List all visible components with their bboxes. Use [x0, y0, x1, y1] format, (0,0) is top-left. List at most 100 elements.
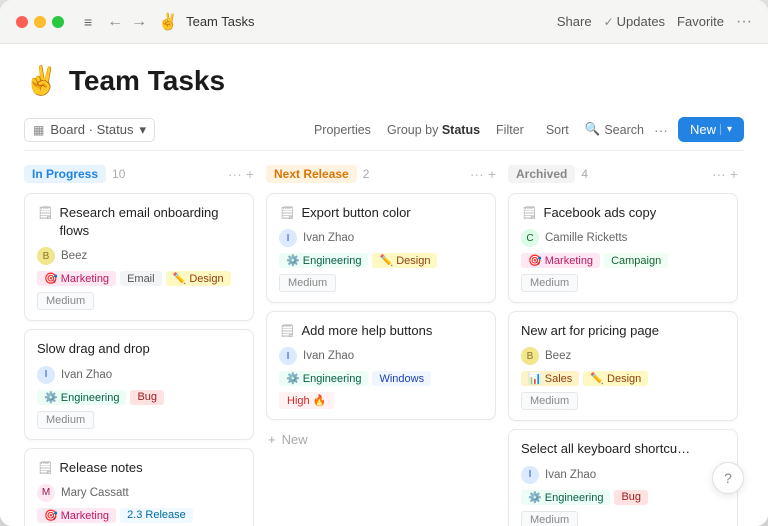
- forward-button[interactable]: →: [128, 11, 150, 33]
- column-in-progress: In Progress 10 ··· + 🗒 Research email onboard…: [24, 163, 254, 526]
- column-badge[interactable]: Next Release: [266, 165, 357, 183]
- tag[interactable]: Bug: [614, 490, 648, 505]
- updates-button[interactable]: ✓ Updates: [604, 14, 665, 29]
- new-button-arrow: ▾: [720, 124, 732, 135]
- avatar: I: [521, 466, 539, 484]
- user-name: Ivan Zhao: [303, 350, 354, 362]
- column-scroll-in-progress: 🗒Research email onboarding flowsBBeez🎯 M…: [24, 193, 254, 526]
- priority-badge: Medium: [521, 274, 578, 292]
- priority-badge: Medium: [37, 411, 94, 429]
- column-archived: Archived4···+🗒Facebook ads copyCCamille …: [508, 163, 738, 526]
- properties-button[interactable]: Properties: [308, 120, 377, 140]
- column-add-button[interactable]: +: [730, 166, 738, 182]
- tag[interactable]: ⚙️ Engineering: [521, 490, 610, 505]
- group-by-label: Group by Status: [387, 123, 480, 137]
- more-options-button[interactable]: ···: [736, 13, 752, 31]
- task-card[interactable]: 🗒Export button colorIIvan Zhao⚙️ Enginee…: [266, 193, 496, 303]
- column-more-button[interactable]: ···: [470, 166, 484, 182]
- card-title: Slow drag and drop: [37, 340, 150, 358]
- plus-icon: +: [268, 432, 276, 447]
- filter-button[interactable]: Filter: [490, 120, 530, 140]
- help-button[interactable]: ?: [712, 462, 744, 494]
- column-actions: ··· +: [470, 166, 496, 182]
- user-name: Beez: [545, 350, 571, 362]
- avatar: I: [279, 229, 297, 247]
- task-card[interactable]: 🗒Research email onboarding flowsBBeez🎯 M…: [24, 193, 254, 321]
- column-count: 2: [363, 167, 370, 181]
- sort-button[interactable]: Sort: [540, 120, 575, 140]
- toolbar-right: Properties Group by Status Filter Sort 🔍…: [308, 117, 744, 142]
- user-name: Ivan Zhao: [61, 369, 112, 381]
- column-add-button[interactable]: +: [488, 166, 496, 182]
- tag[interactable]: ✏️ Design: [166, 271, 231, 286]
- traffic-lights: [16, 16, 64, 28]
- column-add-button[interactable]: +: [246, 166, 254, 182]
- tag[interactable]: 🎯 Marketing: [521, 253, 600, 268]
- column-more-button[interactable]: ···: [228, 166, 242, 182]
- toolbar-more-button[interactable]: ···: [654, 122, 668, 138]
- card-title: Select all keyboard shortcu…: [521, 440, 690, 458]
- card-title: New art for pricing page: [521, 322, 659, 340]
- add-new-button[interactable]: +New: [266, 428, 496, 451]
- column-header-archived: Archived4···+: [508, 163, 738, 185]
- menu-icon[interactable]: ≡: [80, 12, 96, 32]
- tag[interactable]: 📊 Sales: [521, 371, 579, 386]
- share-button[interactable]: Share: [557, 14, 592, 29]
- title-emoji: ✌️: [24, 64, 59, 97]
- column-count: 10: [112, 167, 125, 181]
- task-card[interactable]: New art for pricing pageBBeez📊 Sales✏️ D…: [508, 311, 738, 421]
- avatar: I: [37, 366, 55, 384]
- tag[interactable]: Windows: [372, 371, 431, 386]
- titlebar-actions: Share ✓ Updates Favorite ···: [557, 13, 752, 31]
- task-card[interactable]: Select all keyboard shortcu…IIvan Zhao⚙️…: [508, 429, 738, 526]
- column-badge[interactable]: Archived: [508, 165, 575, 183]
- tag[interactable]: ✏️ Design: [583, 371, 648, 386]
- tag[interactable]: Campaign: [604, 253, 668, 268]
- back-button[interactable]: ←: [104, 11, 126, 33]
- priority-badge: High 🔥: [279, 392, 334, 409]
- column-badge[interactable]: In Progress: [24, 165, 106, 183]
- tag[interactable]: Bug: [130, 390, 164, 405]
- task-card[interactable]: 🗒Facebook ads copyCCamille Ricketts🎯 Mar…: [508, 193, 738, 303]
- minimize-button[interactable]: [34, 16, 46, 28]
- close-button[interactable]: [16, 16, 28, 28]
- user-name: Beez: [61, 250, 87, 262]
- doc-icon: 🗒: [37, 460, 54, 476]
- column-scroll-archived: 🗒Facebook ads copyCCamille Ricketts🎯 Mar…: [508, 193, 738, 526]
- page-title: Team Tasks: [186, 14, 549, 29]
- column-actions: ··· +: [228, 166, 254, 182]
- card-title: Add more help buttons: [302, 322, 433, 340]
- card-title: Research email onboarding flows: [60, 204, 241, 240]
- column-actions: ··· +: [712, 166, 738, 182]
- tag[interactable]: ✏️ Design: [372, 253, 437, 268]
- tag[interactable]: 🎯 Marketing: [37, 508, 116, 523]
- tag[interactable]: ⚙️ Engineering: [279, 371, 368, 386]
- doc-icon: 🗒: [521, 205, 538, 221]
- board-view-selector[interactable]: ▦ Board · Status ▾: [24, 118, 155, 142]
- group-by-value[interactable]: Status: [442, 123, 480, 137]
- priority-badge: Medium: [37, 292, 94, 310]
- search-icon: 🔍: [585, 122, 601, 137]
- tag[interactable]: ⚙️ Engineering: [279, 253, 368, 268]
- tag[interactable]: ⚙️ Engineering: [37, 390, 126, 405]
- tag[interactable]: 🎯 Marketing: [37, 271, 116, 286]
- doc-icon: 🗒: [37, 205, 54, 221]
- new-button[interactable]: New ▾: [678, 117, 744, 142]
- tag[interactable]: 2.3 Release: [120, 508, 193, 523]
- user-name: Ivan Zhao: [303, 232, 354, 244]
- favorite-button[interactable]: Favorite: [677, 14, 724, 29]
- column-next-release: Next Release2···+🗒Export button colorIIv…: [266, 163, 496, 526]
- search-button[interactable]: 🔍 Search: [585, 122, 644, 137]
- app-window: ≡ ← → ✌️ Team Tasks Share ✓ Updates Favo…: [0, 0, 768, 526]
- tag[interactable]: Email: [120, 271, 162, 286]
- title-text: Team Tasks: [69, 65, 225, 97]
- priority-badge: Medium: [279, 274, 336, 292]
- card-title: Facebook ads copy: [544, 204, 657, 222]
- task-card[interactable]: 🗒Add more help buttonsIIvan Zhao⚙️ Engin…: [266, 311, 496, 420]
- column-more-button[interactable]: ···: [712, 166, 726, 182]
- priority-badge: Medium: [521, 392, 578, 410]
- fullscreen-button[interactable]: [52, 16, 64, 28]
- task-card[interactable]: 🗒Release notesMMary Cassatt🎯 Marketing2.…: [24, 448, 254, 526]
- doc-icon: 🗒: [279, 323, 296, 339]
- task-card[interactable]: Slow drag and drop I Ivan Zhao ⚙️ Engineeri…: [24, 329, 254, 439]
